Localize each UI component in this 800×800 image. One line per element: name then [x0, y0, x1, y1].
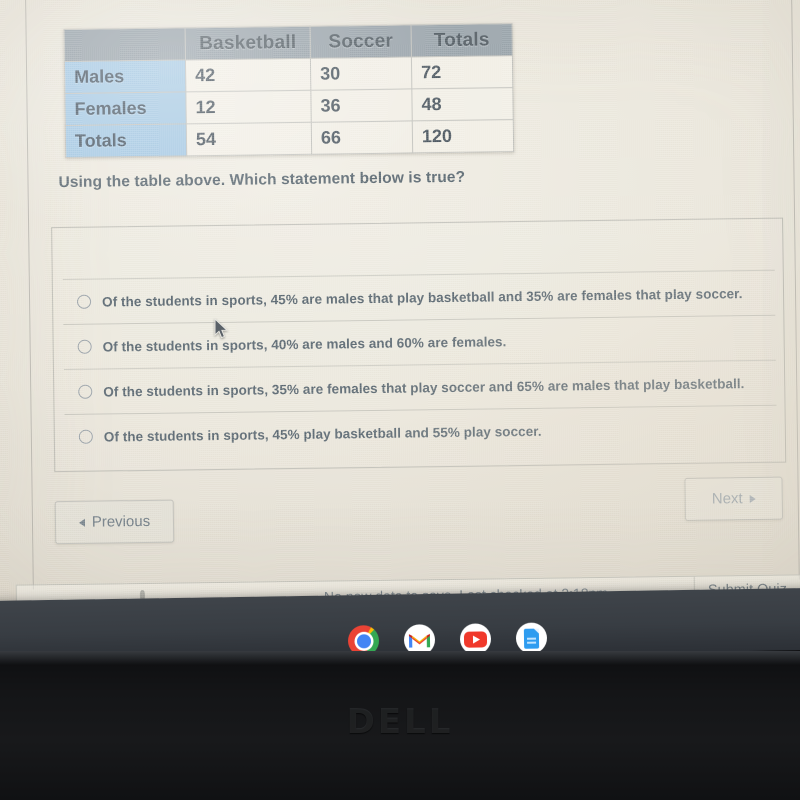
- answers-container: Of the students in sports, 45% are males…: [51, 217, 787, 473]
- question-prompt: Using the table above. Which statement b…: [58, 168, 466, 192]
- page-frame-right-rule: [790, 0, 800, 580]
- table-column-header-basketball: Basketball: [185, 26, 311, 60]
- quiz-page: Basketball Soccer Totals Males 42 30 72 …: [0, 0, 800, 621]
- table-cell-females-basketball: 12: [185, 90, 312, 124]
- table-column-header-soccer: Soccer: [310, 24, 412, 59]
- table-cell-totals-soccer: 66: [311, 120, 413, 155]
- radio-button-icon[interactable]: [76, 294, 92, 309]
- document-page-icon: [523, 628, 540, 649]
- table-corner-cell: [64, 27, 186, 62]
- previous-button[interactable]: Previous: [54, 499, 175, 545]
- table-row-header-totals: Totals: [65, 123, 187, 158]
- chevron-right-icon: [749, 494, 756, 503]
- table-cell-females-totals: 48: [411, 87, 514, 121]
- chevron-left-icon: [78, 518, 85, 527]
- answer-option-label: Of the students in sports, 45% are males…: [101, 285, 743, 310]
- answer-option-label: Of the students in sports, 40% are males…: [102, 333, 507, 355]
- table-cell-females-soccer: 36: [310, 88, 413, 123]
- answer-options-list: Of the students in sports, 45% are males…: [62, 269, 778, 460]
- answer-option-4[interactable]: Of the students in sports, 45% play bask…: [64, 404, 778, 460]
- answer-option-label: Of the students in sports, 35% are femal…: [103, 375, 745, 399]
- radio-button-icon[interactable]: [77, 339, 92, 354]
- radio-button-icon[interactable]: [78, 429, 93, 444]
- bezel-edge-highlight: [0, 651, 800, 665]
- next-button[interactable]: Next: [684, 476, 784, 521]
- play-triangle-icon: [472, 634, 481, 644]
- two-way-frequency-table: Basketball Soccer Totals Males 42 30 72 …: [64, 23, 515, 158]
- radio-button-icon[interactable]: [78, 384, 93, 399]
- answer-option-label: Of the students in sports, 45% play bask…: [103, 423, 542, 444]
- table-row-header-females: Females: [64, 91, 187, 126]
- table-cell-males-basketball: 42: [185, 58, 311, 92]
- page-frame-left-rule: [24, 0, 34, 590]
- next-button-label: Next: [711, 490, 743, 508]
- table-row: Totals 54 66 120: [65, 119, 514, 158]
- table-row-header-males: Males: [64, 59, 186, 94]
- table-cell-totals-grand: 120: [412, 119, 514, 153]
- table-cell-males-soccer: 30: [310, 56, 412, 91]
- table-column-header-totals: Totals: [410, 23, 513, 57]
- table-cell-males-totals: 72: [411, 55, 513, 89]
- table-cell-totals-basketball: 54: [186, 122, 312, 156]
- previous-button-label: Previous: [91, 512, 151, 531]
- youtube-play-badge: [463, 630, 488, 648]
- frequency-table-container: Basketball Soccer Totals Males 42 30 72 …: [64, 23, 515, 158]
- docs-icon[interactable]: [515, 622, 548, 654]
- laptop-screen-photo: Basketball Soccer Totals Males 42 30 72 …: [0, 0, 800, 800]
- dell-brand-logo: DELL: [346, 702, 454, 742]
